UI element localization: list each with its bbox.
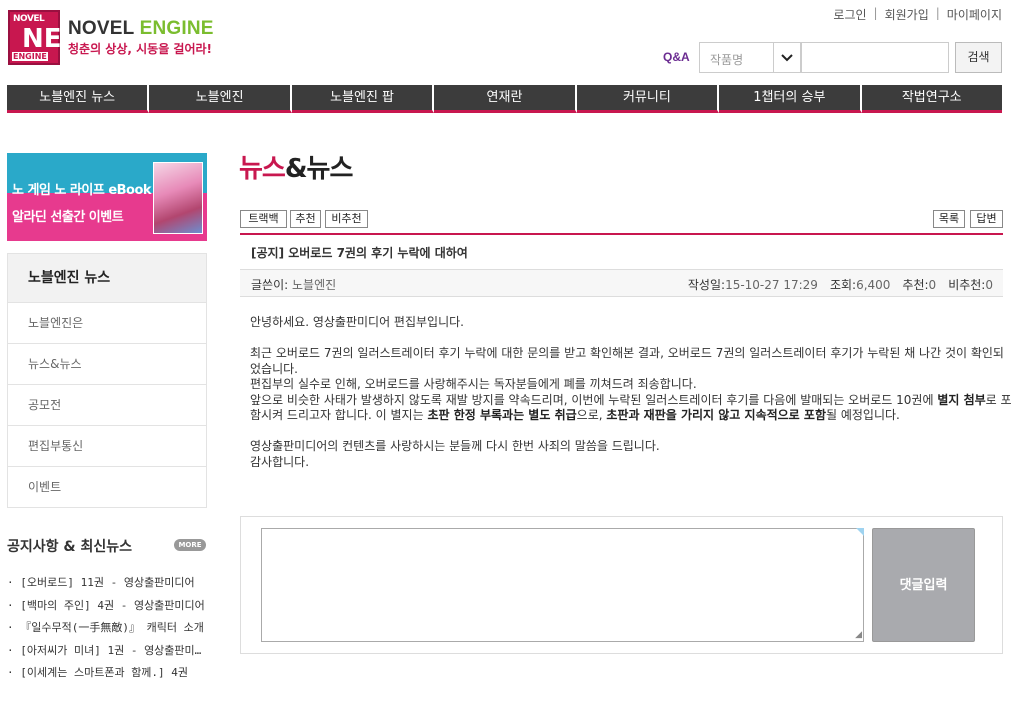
site-logo[interactable]: NOVEL NE ENGINE — [8, 10, 62, 65]
views-count: 6,400 — [856, 278, 891, 292]
nav-item-community[interactable]: 커뮤니티 — [576, 85, 720, 113]
writer-name[interactable]: 노블엔진 — [292, 278, 336, 292]
logo-text-mid: NE — [22, 24, 62, 54]
body-text: 될 예정입니다. — [826, 408, 900, 422]
post-top-border — [240, 233, 1003, 235]
body-bold-text: 별지 첨부 — [937, 392, 986, 407]
comment-textarea[interactable] — [261, 528, 864, 642]
qa-link[interactable]: Q&A — [663, 50, 690, 64]
banner-line2: 알라딘 선출간 이벤트 — [12, 210, 124, 225]
signup-link[interactable]: 회원가입 — [885, 6, 929, 23]
body-line: 영상출판미디어의 컨텐츠를 사랑하시는 분들께 다시 한번 사죄의 말씀을 드립… — [250, 439, 660, 453]
nav-item-news[interactable]: 노블엔진 뉴스 — [7, 85, 150, 113]
side-menu-item[interactable]: 공모전 — [7, 385, 207, 426]
brand-name-part2: ENGINE — [139, 18, 214, 39]
views-label: 조회: — [829, 278, 857, 292]
body-line: 안녕하세요. 영상출판미디어 편집부입니다. — [250, 315, 464, 329]
side-menu: 노블엔진 뉴스 노블엔진은 뉴스&뉴스 공모전 편집부통신 이벤트 — [7, 253, 207, 508]
nav-item-serial[interactable]: 연재란 — [434, 85, 577, 113]
post-date: 15-10-27 17:29 — [725, 278, 818, 292]
nav-item-writing-lab[interactable]: 작법연구소 — [861, 85, 1002, 113]
notice-item[interactable]: · [백마의 주인] 4권 - 영상출판미디어 — [7, 597, 207, 620]
more-button[interactable]: MORE — [174, 539, 206, 551]
brand-name-part1: NOVEL — [68, 18, 135, 39]
body-paragraph: 앞으로 비슷한 사태가 발생하지 않도록 재발 방지를 약속드리며, 이번에 누… — [250, 393, 1013, 424]
body-bold-text: 초판과 재판을 가리지 않고 지속적으로 포함 — [606, 408, 826, 422]
not-recommend-count: 0 — [985, 278, 993, 292]
page-title-pink: 뉴스 — [239, 154, 286, 184]
mypage-link[interactable]: 마이페이지 — [947, 6, 1002, 23]
notice-section-title: 공지사항 & 최신뉴스 — [7, 539, 132, 555]
body-line: 최근 오버로드 7권의 일러스트레이터 후기 누락에 대한 문의를 받고 확인해… — [250, 346, 1004, 376]
body-line: 감사합니다. — [250, 454, 310, 469]
chevron-down-icon[interactable] — [773, 43, 800, 72]
notice-list: · [오버로드] 11권 - 영상출판미디어 · [백마의 주인] 4권 - 영… — [7, 574, 207, 687]
notice-item[interactable]: · 『일수무적(一手無敵)』 캐릭터 소개 — [7, 619, 207, 642]
nav-item-first-chapter[interactable]: 1챕터의 승부 — [719, 85, 862, 113]
post-body: 안녕하세요. 영상출판미디어 편집부입니다. 최근 오버로드 7권의 일러스트레… — [250, 315, 1013, 470]
brand-name[interactable]: NOVEL ENGINE — [68, 18, 214, 40]
search-input[interactable] — [801, 42, 949, 73]
page-title: 뉴스&뉴스 — [239, 148, 354, 185]
separator: | — [935, 6, 940, 20]
comment-submit-button[interactable]: 댓글입력 — [872, 528, 975, 642]
side-menu-item[interactable]: 뉴스&뉴스 — [7, 344, 207, 385]
separator: | — [873, 6, 878, 20]
side-menu-title: 노블엔진 뉴스 — [7, 253, 207, 303]
list-button[interactable]: 목록 — [933, 210, 965, 228]
not-recommend-label: 비추천: — [948, 278, 986, 292]
body-text: 으로, — [576, 408, 607, 422]
search-category-value: 작품명 — [710, 53, 744, 67]
side-menu-item[interactable]: 이벤트 — [7, 467, 207, 508]
body-text: 앞으로 비슷한 사태가 발생하지 않도록 재발 방지를 약속드리며, 이번에 누… — [250, 392, 938, 407]
login-link[interactable]: 로그인 — [833, 6, 866, 23]
recommend-count: 0 — [928, 278, 937, 292]
recommend-button[interactable]: 추천 — [290, 210, 321, 228]
main-nav: 노블엔진 뉴스 노블엔진 노블엔진 팝 연재란 커뮤니티 1챕터의 승부 작법연… — [7, 85, 1002, 113]
trackback-button[interactable]: 트랙백 — [240, 210, 287, 228]
notice-item[interactable]: · [오버로드] 11권 - 영상출판미디어 — [7, 574, 207, 597]
reply-button[interactable]: 답변 — [970, 210, 1003, 228]
nav-item-pop[interactable]: 노블엔진 팝 — [291, 85, 435, 113]
notice-item[interactable]: · [이세계는 스마트폰과 함께.] 4권 — [7, 664, 207, 687]
body-line: 편집부의 실수로 인해, 오버로드를 사랑해주시는 독자분들에게 폐를 끼쳐드려… — [250, 377, 697, 391]
event-banner[interactable]: 노 게임 노 라이프 eBook 알라딘 선출간 이벤트 — [7, 153, 207, 241]
date-label: 작성일: — [687, 278, 726, 292]
top-links: 로그인 | 회원가입 | 마이페이지 — [833, 6, 1002, 23]
post-meta: 글쓴이: 노블엔진 작성일:15-10-27 17:29 조회:6,400 추천:0… — [240, 270, 1003, 297]
search-button[interactable]: 검색 — [955, 42, 1002, 73]
banner-line1: 노 게임 노 라이프 eBook — [12, 183, 152, 198]
search-category-select[interactable]: 작품명 — [699, 42, 801, 73]
logo-text-top: NOVEL — [13, 14, 45, 24]
nav-item-novelengine[interactable]: 노블엔진 — [149, 85, 292, 113]
tagline: 청춘의 상상, 시동을 걸어라! — [68, 42, 213, 56]
book-cover-image — [153, 162, 203, 234]
side-menu-item[interactable]: 노블엔진은 — [7, 303, 207, 344]
comment-box: ◢ 댓글입력 — [240, 516, 1003, 654]
notice-item[interactable]: · [아저씨가 미녀] 1권 - 영상출판미디어 — [7, 642, 207, 665]
post-writer: 글쓴이: 노블엔진 — [251, 276, 336, 293]
post-stats: 작성일:15-10-27 17:29 조회:6,400 추천:0 비추천:0 — [688, 276, 993, 293]
recommend-label: 추천: — [902, 278, 929, 292]
post-subject: [공지] 오버로드 7권의 후기 누락에 대하여 — [251, 246, 468, 260]
writer-label: 글쓴이: — [251, 278, 289, 292]
logo-text-bottom: ENGINE — [12, 52, 48, 61]
not-recommend-button[interactable]: 비추천 — [325, 210, 368, 228]
page-title-rest: &뉴스 — [284, 154, 354, 184]
body-bold-text: 초판 한정 부록과는 별도 취급 — [427, 408, 577, 422]
side-menu-item[interactable]: 편집부통신 — [7, 426, 207, 467]
